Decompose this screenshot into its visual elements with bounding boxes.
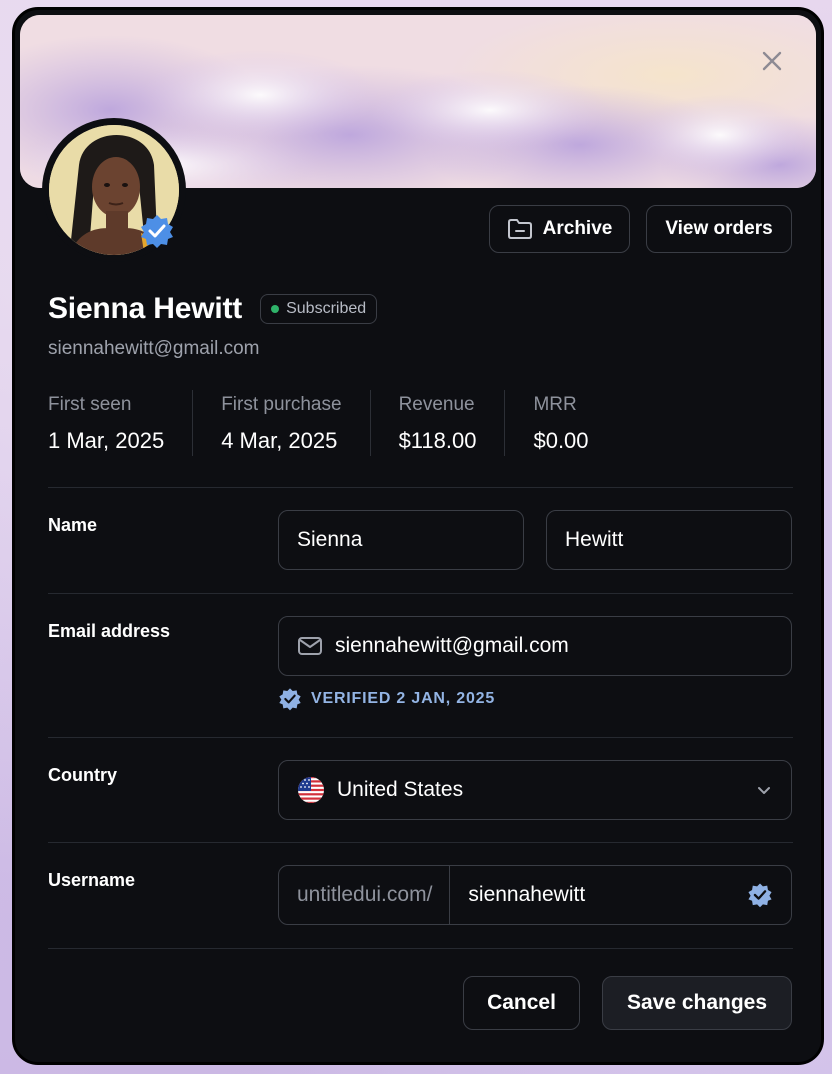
username-input[interactable]: siennahewitt (450, 866, 791, 924)
divider (48, 948, 793, 949)
stat-first-seen: First seen 1 Mar, 2025 (48, 390, 194, 456)
stat-mrr: MRR $0.00 (533, 390, 616, 456)
status-badge: Subscribed (260, 294, 378, 324)
archive-button[interactable]: Archive (489, 205, 630, 253)
first-name-value: Sienna (297, 528, 363, 551)
save-changes-button[interactable]: Save changes (602, 976, 792, 1030)
email-value: siennahewitt@gmail.com (335, 634, 569, 657)
cancel-label: Cancel (487, 991, 556, 1014)
username-prefix: untitledui.com/ (279, 866, 451, 924)
verified-icon (279, 688, 301, 711)
name-label: Name (48, 515, 98, 535)
view-orders-button[interactable]: View orders (646, 205, 792, 253)
country-label: Country (48, 765, 117, 785)
stat-value: 1 Mar, 2025 (48, 428, 165, 453)
cancel-button[interactable]: Cancel (463, 976, 580, 1030)
divider (48, 737, 793, 738)
stat-value: 4 Mar, 2025 (221, 428, 338, 453)
archive-label: Archive (542, 218, 613, 239)
username-value: siennahewitt (468, 883, 586, 906)
stat-value: $118.00 (398, 428, 477, 453)
stat-label: First purchase (221, 394, 342, 415)
stat-value: $0.00 (533, 428, 589, 453)
verified-icon (139, 213, 175, 249)
profile-name: Sienna Hewitt (48, 292, 243, 325)
last-name-input[interactable]: Hewitt (546, 510, 792, 570)
divider (48, 593, 793, 594)
customer-modal: Archive View orders Sienna Hewitt Subscr… (12, 7, 824, 1065)
country-select[interactable]: United States (278, 760, 792, 820)
first-name-input[interactable]: Sienna (278, 510, 524, 570)
profile-header: Sienna Hewitt Subscribed (48, 292, 378, 326)
stats-row: First seen 1 Mar, 2025 First purchase 4 … (48, 390, 645, 456)
email-verified-status: VERIFIED 2 JAN, 2025 (278, 687, 495, 711)
close-icon (762, 51, 782, 71)
status-badge-label: Subscribed (286, 300, 367, 317)
email-input[interactable]: siennahewitt@gmail.com (278, 616, 792, 676)
stat-revenue: Revenue $118.00 (399, 390, 506, 456)
archive-folder-icon (507, 219, 532, 239)
profile-email: siennahewitt@gmail.com (48, 338, 260, 359)
mail-icon (298, 637, 322, 655)
view-orders-label: View orders (665, 218, 773, 239)
stat-label: First seen (48, 394, 132, 415)
verified-text: VERIFIED 2 JAN, 2025 (311, 690, 496, 707)
email-label: Email address (48, 621, 171, 641)
chevron-down-icon (758, 787, 770, 794)
status-dot-icon (271, 305, 280, 313)
stat-label: MRR (533, 394, 577, 415)
stat-first-purchase: First purchase 4 Mar, 2025 (221, 390, 371, 456)
verified-icon (748, 883, 772, 908)
username-input-group: untitledui.com/ siennahewitt (278, 865, 792, 925)
close-button[interactable] (758, 47, 786, 75)
country-value: United States (337, 778, 464, 801)
stat-label: Revenue (398, 394, 475, 415)
divider (48, 487, 793, 488)
divider (48, 842, 793, 843)
us-flag-icon (298, 777, 324, 803)
save-changes-label: Save changes (626, 991, 768, 1014)
username-label: Username (48, 870, 136, 890)
last-name-value: Hewitt (565, 528, 624, 551)
